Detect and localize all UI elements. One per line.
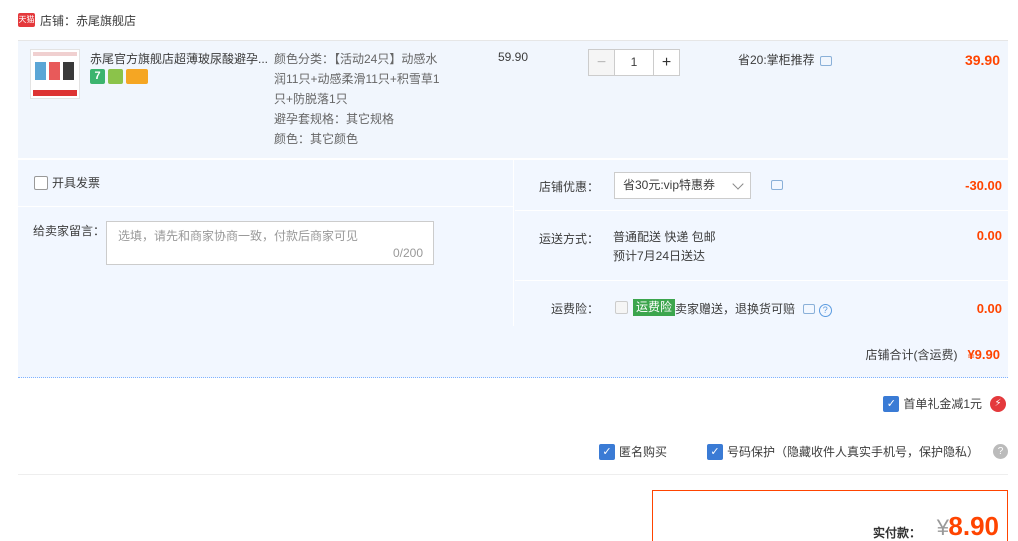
- chat-icon[interactable]: [803, 304, 816, 314]
- message-char-count: 0/200: [392, 246, 423, 260]
- seller-message-input[interactable]: 选填，请先和商家协商一致，付款后商家可见 0/200: [106, 221, 434, 265]
- anonymous-label: 匿名购买: [618, 445, 667, 459]
- shop-header: 天猫 店铺：赤尾旗舰店: [18, 10, 136, 30]
- insurance-label: 运费险：: [551, 302, 600, 316]
- invoice-label: 开具发票: [52, 176, 101, 190]
- insurance-tag: 运费险: [633, 299, 676, 316]
- sku-line: 只+防脱落1只: [274, 92, 348, 106]
- sku-line: 避孕套规格：其它规格: [274, 112, 395, 126]
- tmall-icon: 天猫: [18, 13, 35, 27]
- insurance-info: 卖家赠送，退换货可赔 ?: [675, 300, 832, 317]
- qty-input[interactable]: 1: [615, 49, 653, 76]
- question-icon[interactable]: ?: [818, 304, 832, 317]
- thumb-box-1: [35, 62, 46, 80]
- sku-info: 颜色分类：【活动24只】动感水 润11只+动感柔滑11只+积雪草1 只+防脱落1…: [274, 49, 464, 149]
- coupon-select[interactable]: 省30元:vip特惠券: [614, 172, 751, 199]
- guarantee-icon[interactable]: [108, 69, 123, 84]
- sku-line: 颜色：其它颜色: [274, 132, 359, 146]
- cart-item-row: 赤尾官方旗舰店超薄玻尿酸避孕... 7 颜色分类：【活动24只】动感水 润11只…: [18, 40, 1008, 158]
- sku-line: 颜色分类：【活动24只】动感水: [274, 52, 438, 66]
- phone-protect-checkbox[interactable]: ✓: [706, 443, 723, 460]
- shipping-method: 普通配送 快递 包邮: [613, 230, 716, 244]
- help-icon[interactable]: ?: [993, 444, 1008, 459]
- thumb-bottom-bar: [33, 90, 77, 96]
- quantity-stepper: − 1 +: [588, 49, 680, 76]
- payment-summary: 实付款： ¥ 8.90: [652, 490, 1008, 541]
- insurance-text: 卖家赠送，退换货可赔: [675, 302, 796, 316]
- product-thumbnail[interactable]: [30, 49, 80, 99]
- divider: [515, 280, 1008, 281]
- message-placeholder: 选填，请先和商家协商一致，付款后商家可见: [118, 229, 359, 243]
- shipping-eta: 预计7月24日送达: [613, 249, 706, 263]
- thumb-box-3: [63, 62, 74, 80]
- sku-line: 润11只+动感柔滑11只+积雪草1: [274, 72, 440, 86]
- message-label: 给卖家留言：: [33, 224, 106, 238]
- insurance-fee: 0.00: [976, 301, 1002, 316]
- item-subtotal: 39.90: [964, 52, 1000, 68]
- item-promo: 省20:掌柜推荐: [738, 51, 832, 68]
- currency-symbol: ¥: [936, 515, 949, 540]
- shop-total-label: 店铺合计(含运费): [865, 348, 958, 362]
- shipping-info: 普通配送 快递 包邮 预计7月24日送达: [613, 228, 716, 266]
- order-options-panel: 开具发票 给卖家留言： 选填，请先和商家协商一致，付款后商家可见 0/200 店…: [18, 160, 1008, 378]
- qty-increase-button[interactable]: +: [653, 49, 680, 76]
- card-payment-icon[interactable]: [126, 69, 148, 84]
- service-badges: 7: [90, 69, 148, 84]
- pay-amount: 8.90: [948, 511, 999, 541]
- fee-details: 店铺优惠： 省30元:vip特惠券 -30.00 运送方式： 普通配送 快递 包…: [515, 160, 1008, 326]
- anonymous-checkbox[interactable]: ✓: [598, 443, 615, 460]
- unit-price: 59.90: [498, 50, 529, 64]
- invoice-option[interactable]: 开具发票: [34, 174, 100, 191]
- lightning-icon: ⚡: [990, 395, 1006, 412]
- shipping-fee: 0.00: [976, 228, 1002, 243]
- first-order-bonus[interactable]: ✓ 首单礼金减1元 ⚡: [883, 395, 1006, 412]
- chevron-down-icon: [732, 178, 744, 190]
- privacy-options: ✓ 匿名购买 ✓ 号码保护（隐藏收件人真实手机号，保护隐私） ?: [598, 443, 1008, 460]
- bonus-label: 首单礼金减1元: [903, 397, 982, 411]
- thumb-top-strip: [33, 52, 77, 56]
- chat-icon[interactable]: [819, 55, 832, 66]
- insurance-checkbox[interactable]: [615, 301, 628, 314]
- shop-total-amount: ¥9.90: [967, 347, 1000, 362]
- divider: [18, 474, 1008, 475]
- shop-name-link[interactable]: 店铺：赤尾旗舰店: [40, 12, 136, 29]
- shop-total: 店铺合计(含运费) ¥9.90: [865, 346, 1000, 363]
- discount-amount: -30.00: [965, 178, 1002, 193]
- bonus-checkbox[interactable]: ✓: [883, 395, 900, 412]
- divider: [18, 206, 514, 207]
- seven-day-return-icon[interactable]: 7: [90, 69, 105, 84]
- invoice-checkbox[interactable]: [34, 175, 48, 190]
- buyer-options: 开具发票 给卖家留言： 选填，请先和商家协商一致，付款后商家可见 0/200: [18, 160, 514, 326]
- chat-icon[interactable]: [771, 180, 783, 190]
- thumb-box-2: [49, 62, 60, 80]
- coupon-selected-value: 省30元:vip特惠券: [623, 178, 716, 192]
- product-title-link[interactable]: 赤尾官方旗舰店超薄玻尿酸避孕...: [90, 50, 270, 67]
- promo-text: 省20:掌柜推荐: [738, 53, 815, 67]
- pay-label: 实付款：: [872, 526, 921, 540]
- shipping-label: 运送方式：: [539, 232, 600, 246]
- qty-decrease-button[interactable]: −: [588, 49, 615, 76]
- discount-label: 店铺优惠：: [539, 180, 600, 194]
- phone-protect-label: 号码保护（隐藏收件人真实手机号，保护隐私）: [726, 445, 979, 459]
- divider: [515, 210, 1008, 211]
